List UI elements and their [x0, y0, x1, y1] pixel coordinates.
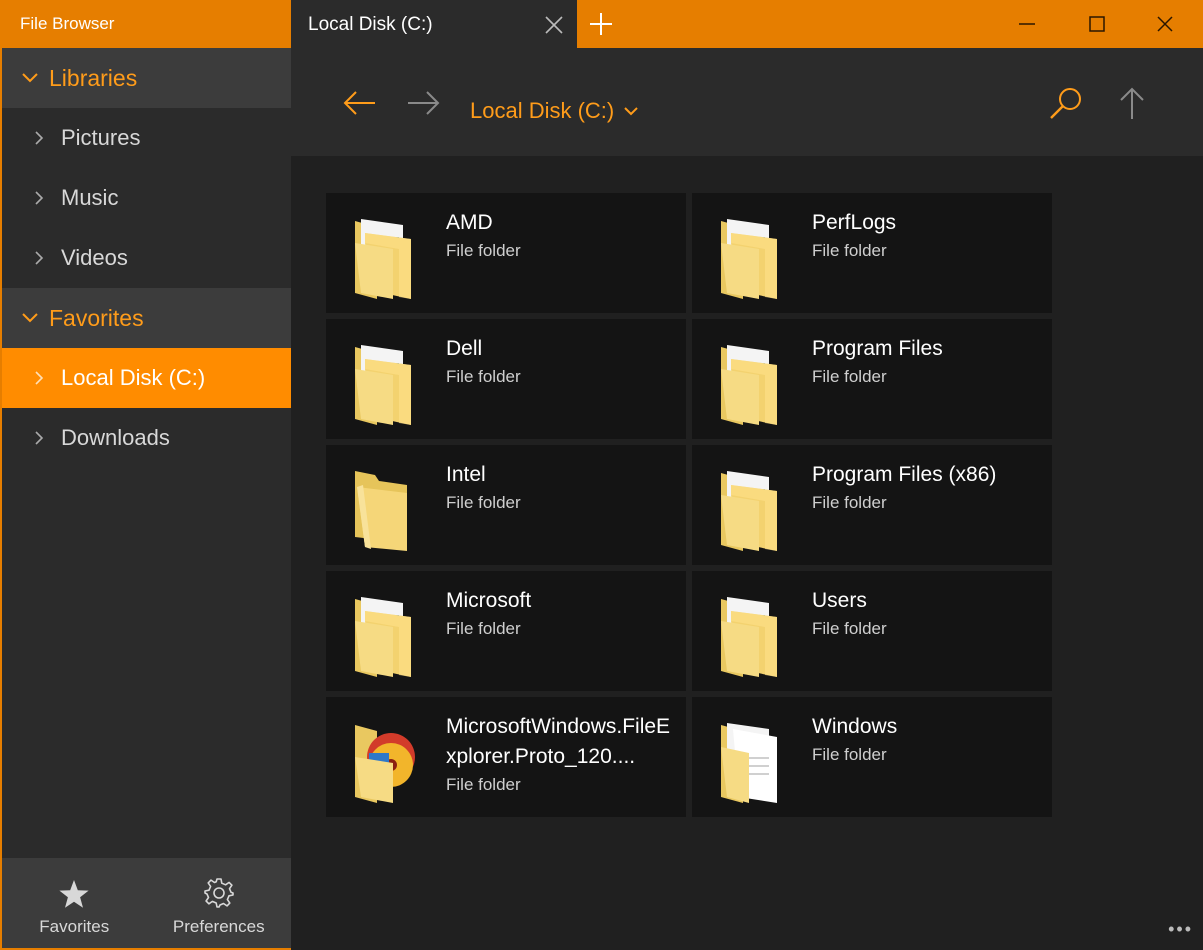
folder-name: Program Files — [812, 337, 943, 360]
folder-tile[interactable]: Users File folder — [692, 571, 1052, 691]
folder-tile[interactable]: AMD File folder — [326, 193, 686, 313]
folder-name: Dell — [446, 337, 483, 360]
preferences-button-label: Preferences — [172, 917, 265, 936]
app-title: File Browser — [2, 0, 291, 48]
chevron-down-icon — [2, 313, 49, 323]
preferences-button[interactable]: Preferences — [147, 858, 292, 948]
folder-name: MicrosoftWindows.FileExplorer.Proto_120.… — [446, 715, 671, 768]
folder-type: File folder — [446, 619, 521, 638]
folder-type: File folder — [812, 493, 887, 512]
folder-name: AMD — [446, 211, 493, 234]
chevron-right-icon — [2, 191, 61, 205]
folder-content: AMD File folder PerfLogs File folder Del… — [291, 156, 1203, 950]
folder-type: File folder — [446, 241, 521, 260]
close-icon — [1157, 16, 1173, 32]
folder-type: File folder — [446, 367, 521, 386]
section-favorites[interactable]: Favorites — [2, 288, 291, 348]
more-options-icon[interactable]: ••• — [1168, 919, 1193, 940]
sidebar-bottom-bar: Favorites Preferences — [2, 858, 291, 948]
sidebar-item-label: Music — [61, 185, 119, 210]
sidebar-item-music[interactable]: Music — [2, 168, 291, 228]
folder-tile[interactable]: Intel File folder — [326, 445, 686, 565]
folder-documents-icon — [353, 213, 417, 299]
search-icon — [1050, 88, 1081, 119]
favorites-button-label: Favorites — [39, 917, 110, 936]
search-button[interactable] — [1044, 81, 1088, 125]
folder-documents-icon — [353, 339, 417, 425]
folder-tile[interactable]: MicrosoftWindows.FileExplorer.Proto_120.… — [326, 697, 686, 817]
back-button[interactable] — [337, 81, 381, 125]
location-label: Local Disk (C:) — [470, 98, 615, 123]
folder-name: Program Files (x86) — [812, 463, 997, 486]
folder-documents-icon — [719, 591, 783, 677]
arrow-left-icon — [343, 91, 375, 115]
maximize-icon — [1089, 16, 1105, 32]
section-favorites-label: Favorites — [49, 304, 144, 331]
arrow-right-icon — [408, 91, 440, 115]
sidebar-item-label: Pictures — [61, 125, 141, 150]
sidebar-item-pictures[interactable]: Pictures — [2, 108, 291, 168]
chevron-right-icon — [2, 431, 61, 445]
app-window: File Browser Libraries Pictures Music Vi… — [0, 0, 1203, 950]
favorites-button[interactable]: Favorites — [2, 858, 147, 948]
folder-documents-icon — [719, 339, 783, 425]
new-tab-icon[interactable] — [590, 13, 612, 35]
folder-type: File folder — [812, 619, 887, 638]
folder-type: File folder — [812, 745, 887, 764]
minimize-button[interactable] — [993, 0, 1061, 48]
folder-tile[interactable]: Program Files File folder — [692, 319, 1052, 439]
arrow-up-icon — [1120, 87, 1144, 119]
folder-tile[interactable]: Microsoft File folder — [326, 571, 686, 691]
gear-icon — [203, 878, 234, 908]
folder-media-icon — [353, 717, 417, 803]
sidebar: File Browser Libraries Pictures Music Vi… — [0, 0, 291, 950]
chevron-right-icon — [2, 131, 61, 145]
folder-type: File folder — [812, 367, 887, 386]
minimize-icon — [1019, 23, 1035, 25]
chevron-down-icon — [624, 106, 638, 115]
folder-documents-icon — [719, 465, 783, 551]
folder-type: File folder — [446, 775, 521, 794]
folder-documents-icon — [719, 213, 783, 299]
star-icon — [59, 880, 89, 908]
folder-tile[interactable]: Dell File folder — [326, 319, 686, 439]
section-libraries-label: Libraries — [49, 64, 138, 91]
chevron-right-icon — [2, 371, 61, 385]
forward-button[interactable] — [402, 81, 446, 125]
folder-type: File folder — [446, 493, 521, 512]
folder-empty-icon — [353, 465, 417, 551]
folder-tile[interactable]: Windows File folder — [692, 697, 1052, 817]
maximize-button[interactable] — [1063, 0, 1131, 48]
folder-white-documents-icon — [719, 717, 783, 803]
sidebar-item-downloads[interactable]: Downloads — [2, 408, 291, 468]
sidebar-item-videos[interactable]: Videos — [2, 228, 291, 288]
folder-tile[interactable]: Program Files (x86) File folder — [692, 445, 1052, 565]
sidebar-item-local-disk[interactable]: Local Disk (C:) — [2, 348, 291, 408]
folder-name: Intel — [446, 463, 486, 486]
tab-bar: Local Disk (C:) — [291, 0, 1203, 48]
sidebar-item-label: Downloads — [61, 425, 170, 450]
up-button[interactable] — [1110, 81, 1154, 125]
folder-tile[interactable]: PerfLogs File folder — [692, 193, 1052, 313]
location-dropdown[interactable]: Local Disk (C:) — [470, 98, 638, 124]
close-window-button[interactable] — [1131, 0, 1199, 48]
section-libraries[interactable]: Libraries — [2, 48, 291, 108]
sidebar-item-label: Videos — [61, 245, 128, 270]
navigation-toolbar: Local Disk (C:) — [291, 48, 1203, 156]
chevron-right-icon — [2, 251, 61, 265]
folder-type: File folder — [812, 241, 887, 260]
close-tab-icon[interactable] — [545, 16, 563, 34]
folder-grid: AMD File folder PerfLogs File folder Del… — [326, 193, 1052, 817]
tab-local-disk[interactable]: Local Disk (C:) — [291, 0, 577, 48]
folder-name: PerfLogs — [812, 211, 897, 234]
folder-name: Microsoft — [446, 589, 532, 612]
folder-documents-icon — [353, 591, 417, 677]
folder-name: Users — [812, 589, 867, 612]
tab-title: Local Disk (C:) — [308, 14, 433, 35]
sidebar-item-label: Local Disk (C:) — [61, 365, 206, 390]
chevron-down-icon — [2, 73, 49, 83]
folder-name: Windows — [812, 715, 898, 738]
